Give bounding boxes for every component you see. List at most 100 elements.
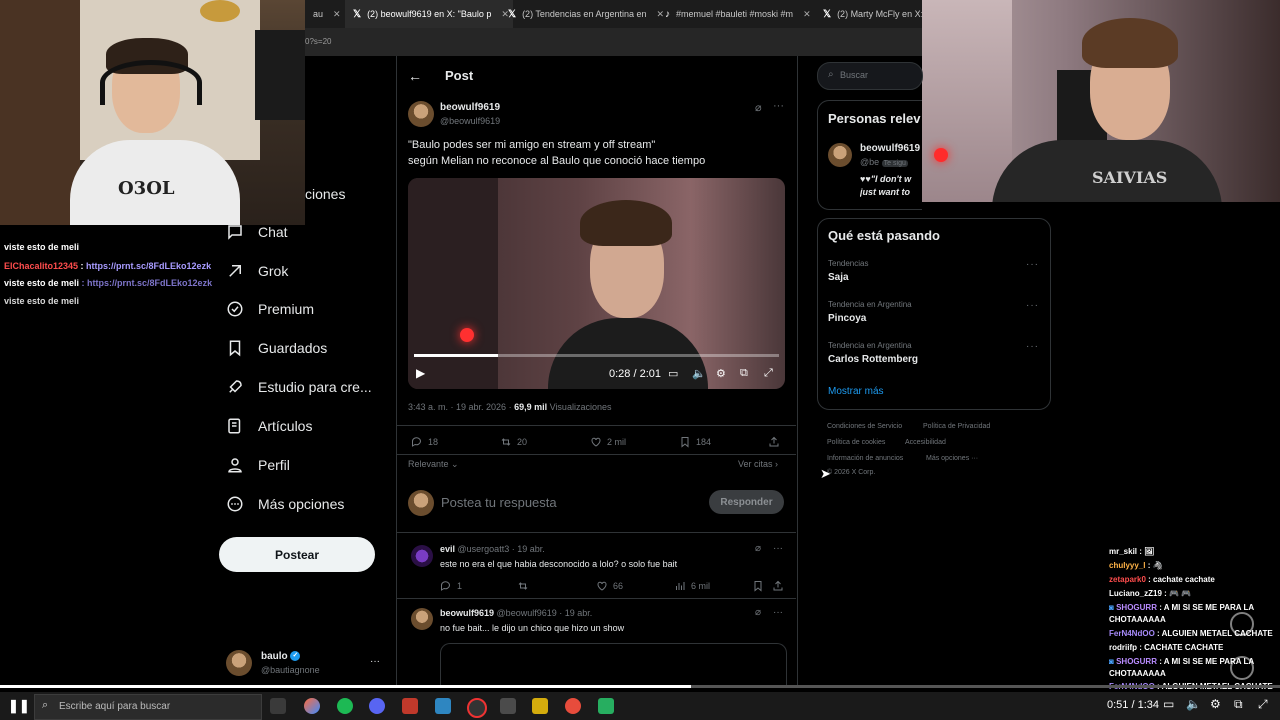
reply-avatar[interactable] — [411, 545, 433, 567]
captions-icon[interactable]: ▭ — [668, 367, 678, 380]
captions-icon[interactable]: ▭ — [1163, 697, 1174, 711]
browser-tab[interactable]: ♪ #memuel #bauleti #moski #m ✕ — [657, 0, 821, 28]
browser-icon[interactable] — [435, 698, 451, 714]
author-handle[interactable]: @beowulf9619 — [440, 116, 500, 126]
trend-name[interactable]: Pincoya — [828, 313, 866, 324]
badge-icon: ◙ — [1109, 603, 1114, 612]
person-avatar[interactable] — [828, 143, 852, 167]
app-icon[interactable] — [500, 698, 516, 714]
footer-link[interactable]: Política de cookies — [827, 439, 885, 446]
footer-link[interactable]: Información de anuncios — [827, 455, 903, 462]
views-button[interactable]: 6 mil — [674, 580, 710, 592]
author-avatar[interactable] — [408, 101, 434, 127]
reply-input[interactable]: Postea tu respuesta — [441, 495, 557, 510]
pip-icon[interactable]: ⧉ — [1234, 697, 1243, 712]
reply-button[interactable]: 18 — [411, 436, 438, 448]
footer-link[interactable]: Más opciones ··· — [926, 455, 978, 462]
like-button[interactable]: 66 — [596, 580, 623, 592]
search-icon: ⌕ — [828, 69, 834, 80]
x-logo-icon: 𝕏 — [508, 8, 517, 20]
browser-tab-active[interactable]: 𝕏 (2) beowulf9619 en X: "Baulo p ✕ — [345, 0, 513, 28]
person-name[interactable]: beowulf9619 — [860, 143, 920, 154]
more-options-icon[interactable]: ··· — [1026, 300, 1039, 311]
obs-icon[interactable] — [467, 698, 487, 718]
task-view-icon[interactable] — [270, 698, 286, 714]
back-arrow-icon[interactable]: ← — [408, 68, 422, 84]
app-icon[interactable] — [304, 698, 320, 714]
reply-author[interactable]: beowulf9619 @beowulf9619 · 19 abr. — [440, 608, 592, 618]
browser-tab[interactable]: 𝕏 (2) Tendencias en Argentina en ✕ — [500, 0, 666, 28]
address-bar[interactable] — [305, 28, 922, 56]
video-player[interactable]: ▶ 0:28 / 2:01 ▭ 🔈 ⚙ ⧉ ⤢ — [408, 178, 785, 389]
my-avatar[interactable] — [408, 490, 434, 516]
author-name[interactable]: beowulf9619 — [440, 102, 500, 113]
more-options-icon[interactable]: ··· — [1026, 341, 1039, 352]
more-options-icon[interactable]: ··· — [773, 607, 783, 618]
more-options-icon[interactable]: ··· — [773, 100, 784, 112]
reply-author[interactable]: evil @usergoatt3 · 19 abr. — [440, 544, 545, 554]
trend-name[interactable]: Saja — [828, 272, 849, 283]
footer-link[interactable]: Política de Privacidad — [923, 423, 990, 430]
nav-item-premium[interactable]: Premium — [226, 300, 314, 318]
app-icon[interactable] — [598, 698, 614, 714]
nav-item-chat[interactable]: Chat — [226, 223, 288, 241]
share-button[interactable] — [768, 436, 780, 448]
spotify-icon[interactable] — [337, 698, 353, 714]
grok-icon[interactable]: ⌀ — [755, 607, 761, 618]
trend-name[interactable]: Carlos Rottemberg — [828, 354, 918, 365]
folder-icon[interactable] — [532, 698, 548, 714]
account-avatar[interactable] — [226, 650, 252, 676]
browser-tab[interactable]: 𝕏 (2) Marty McFly en X: "N — [815, 0, 938, 28]
nav-item-creator-studio[interactable]: Estudio para cre... — [226, 378, 372, 396]
opera-icon[interactable] — [565, 698, 581, 714]
discord-icon[interactable] — [369, 698, 385, 714]
show-more-link[interactable]: Mostrar más — [828, 386, 884, 397]
account-more-icon[interactable]: ··· — [370, 656, 380, 667]
like-button[interactable]: 2 mil — [590, 436, 626, 448]
close-icon[interactable]: ✕ — [803, 9, 811, 20]
nav-item-bookmarks[interactable]: Guardados — [226, 339, 327, 357]
grok-icon[interactable]: ⌀ — [755, 101, 762, 114]
pip-icon[interactable]: ⧉ — [740, 367, 748, 380]
views-count: 69,9 mil — [514, 402, 548, 412]
bookmark-button[interactable]: 184 — [679, 436, 711, 448]
more-options-icon[interactable]: ··· — [1026, 259, 1039, 270]
repost-button[interactable]: 20 — [500, 436, 527, 448]
volume-icon[interactable]: 🔈 — [692, 367, 706, 380]
settings-icon[interactable]: ⚙ — [1210, 697, 1221, 711]
bookmark-button[interactable] — [752, 580, 764, 592]
nav-item-articles[interactable]: Artículos — [226, 417, 312, 435]
settings-icon[interactable]: ⚙ — [716, 367, 726, 380]
footer-link[interactable]: Condiciones de Servicio — [827, 423, 902, 430]
sort-dropdown[interactable]: Relevante ⌄ — [408, 459, 459, 470]
nav-item-grok[interactable]: Grok — [226, 262, 288, 280]
fullscreen-icon[interactable]: ⤢ — [1258, 697, 1268, 712]
play-icon[interactable]: ▶ — [416, 366, 425, 380]
footer-link[interactable]: Accesibilidad — [905, 439, 946, 446]
nav-item-partial[interactable]: ciones — [305, 186, 345, 202]
reply-media[interactable] — [440, 643, 787, 686]
reply-text: este no era el que habia desconocido a l… — [440, 559, 678, 569]
share-button[interactable] — [772, 580, 784, 592]
grok-icon[interactable]: ⌀ — [755, 543, 761, 554]
nav-item-more[interactable]: Más opciones — [226, 495, 344, 513]
volume-icon[interactable]: 🔈 — [1186, 697, 1201, 711]
more-options-icon[interactable]: ··· — [773, 543, 783, 554]
chat-link[interactable]: https://prnt.sc/8FdLEko12ezk — [86, 261, 211, 271]
app-icon[interactable] — [402, 698, 418, 714]
reply-button[interactable]: 1 — [440, 580, 462, 592]
post-button[interactable]: Postear — [219, 537, 375, 572]
close-icon[interactable]: ✕ — [333, 9, 341, 20]
reply-avatar[interactable] — [411, 608, 433, 630]
nav-label: Grok — [258, 263, 289, 279]
chat-link[interactable]: https://prnt.sc/8FdLEko12ezk — [87, 278, 212, 288]
quotes-link[interactable]: Ver citas › — [738, 459, 778, 469]
fullscreen-icon[interactable]: ⤢ — [764, 367, 773, 380]
nav-item-profile[interactable]: Perfil — [226, 456, 290, 474]
repost-button[interactable] — [517, 580, 529, 592]
search-box[interactable]: ⌕ Buscar — [817, 62, 923, 90]
reply-submit-button[interactable]: Responder — [709, 490, 784, 514]
taskbar-search[interactable]: ⌕ Escribe aquí para buscar — [34, 694, 262, 720]
tab-label: au — [313, 9, 324, 19]
pause-icon[interactable]: ❚❚ — [8, 698, 30, 714]
